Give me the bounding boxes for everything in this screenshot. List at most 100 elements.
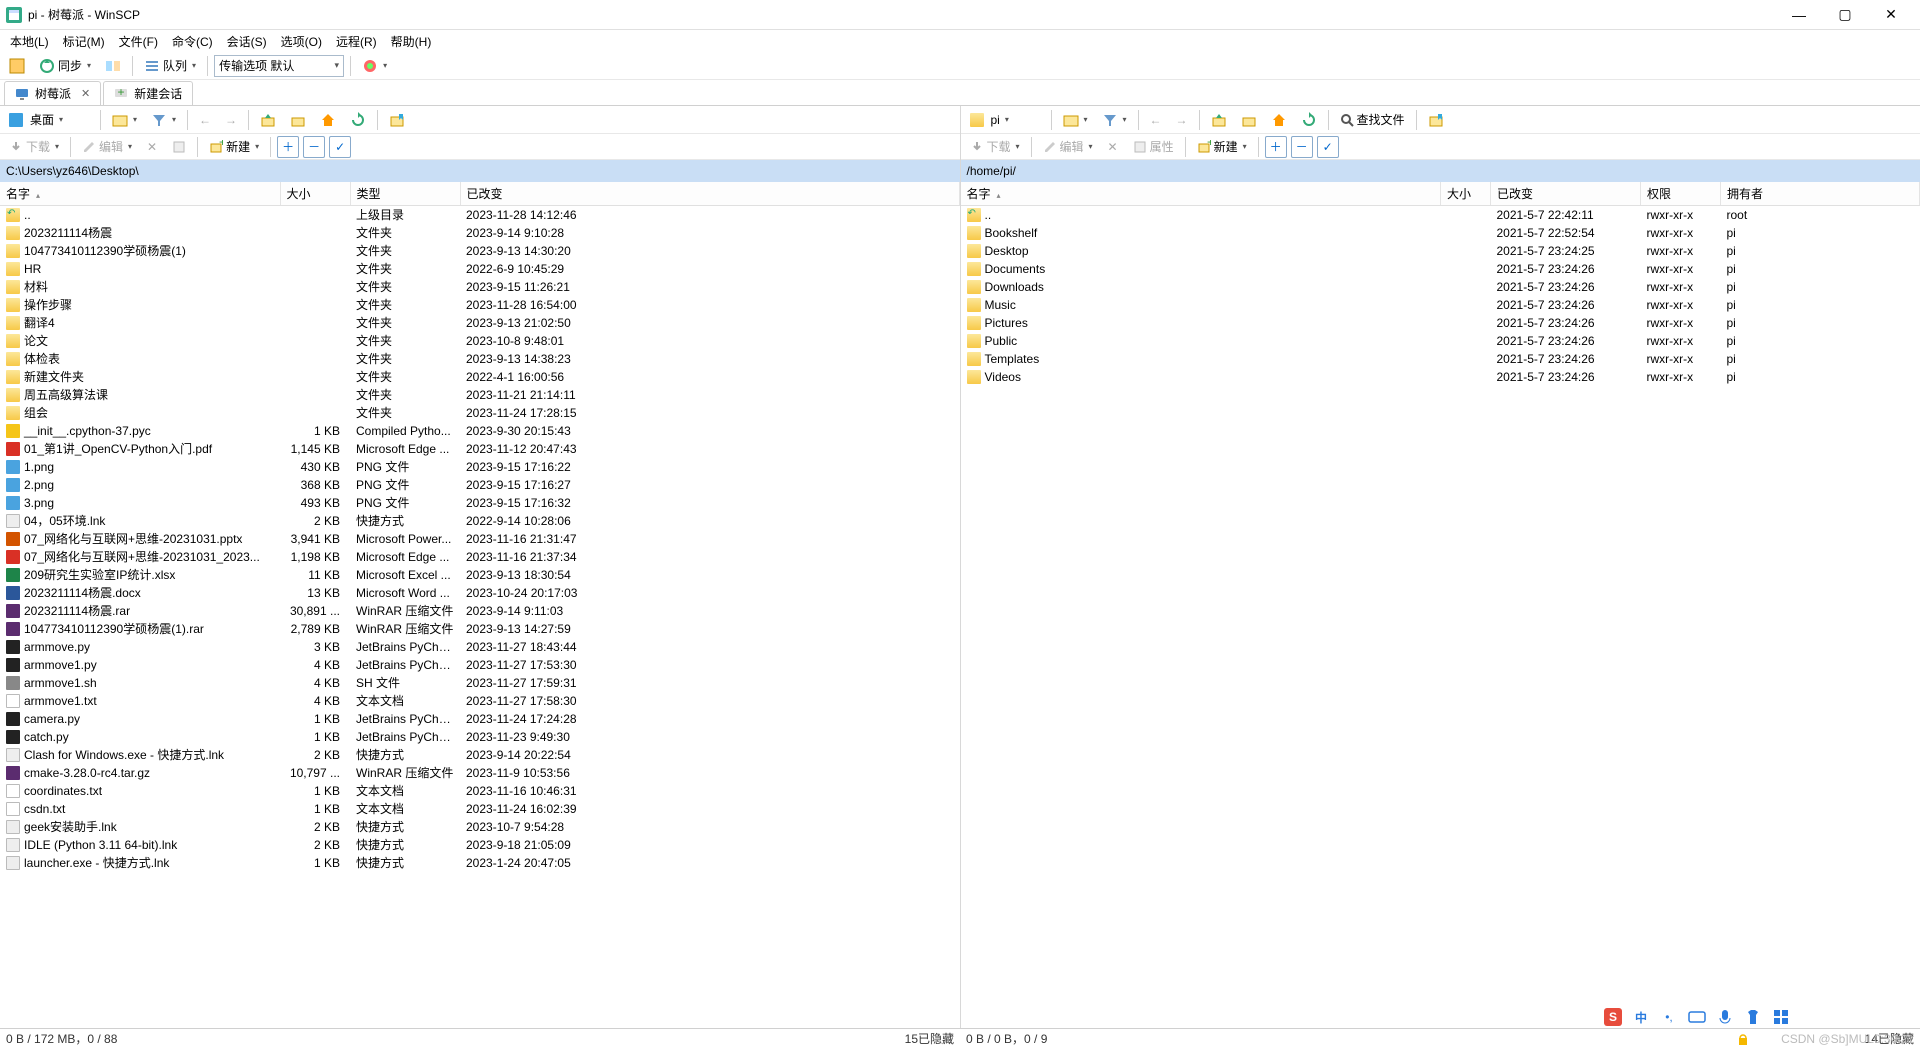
- table-row[interactable]: 操作步骤文件夹2023-11-28 16:54:00: [0, 296, 959, 314]
- remote-forward-icon[interactable]: →: [1171, 109, 1193, 131]
- table-row[interactable]: 07_网络化与互联网+思维-20231031_2023...1,198 KBMi…: [0, 548, 959, 566]
- table-row[interactable]: geek安装助手.lnk2 KB快捷方式2023-10-7 9:54:28: [0, 818, 959, 836]
- table-row[interactable]: 2023211114杨震文件夹2023-9-14 9:10:28: [0, 224, 959, 242]
- menu-item[interactable]: 选项(O): [275, 31, 328, 52]
- remote-up-icon[interactable]: [1206, 109, 1232, 131]
- table-row[interactable]: 07_网络化与互联网+思维-20231031.pptx3,941 KBMicro…: [0, 530, 959, 548]
- remote-drive-combo[interactable]: pi: [965, 109, 1045, 131]
- minimize-button[interactable]: ―: [1776, 0, 1822, 30]
- table-row[interactable]: 2023211114杨震.docx13 KBMicrosoft Word ...…: [0, 584, 959, 602]
- table-row[interactable]: 周五高级算法课文件夹2023-11-21 21:14:11: [0, 386, 959, 404]
- table-row[interactable]: 体检表文件夹2023-9-13 14:38:23: [0, 350, 959, 368]
- remote-delete-icon[interactable]: ✕: [1102, 136, 1124, 158]
- tab-new-session[interactable]: + 新建会话: [103, 81, 193, 105]
- local-filter-icon[interactable]: [146, 109, 181, 131]
- menu-item[interactable]: 命令(C): [166, 31, 219, 52]
- table-row[interactable]: 3.png493 KBPNG 文件2023-9-15 17:16:32: [0, 494, 959, 512]
- maximize-button[interactable]: ▢: [1822, 0, 1868, 30]
- queue-button[interactable]: 队列: [139, 55, 201, 77]
- table-row[interactable]: 翻译4文件夹2023-9-13 21:02:50: [0, 314, 959, 332]
- local-path[interactable]: C:\Users\yz646\Desktop\: [0, 160, 960, 182]
- menu-item[interactable]: 帮助(H): [385, 31, 438, 52]
- col-size[interactable]: 大小: [1441, 182, 1491, 206]
- table-row[interactable]: Pictures2021-5-7 23:24:26rwxr-xr-xpi: [961, 314, 1920, 332]
- local-refresh-icon[interactable]: [345, 109, 371, 131]
- table-row[interactable]: Downloads2021-5-7 23:24:26rwxr-xr-xpi: [961, 278, 1920, 296]
- local-home-icon[interactable]: [315, 109, 341, 131]
- table-row[interactable]: Bookshelf2021-5-7 22:52:54rwxr-xr-xpi: [961, 224, 1920, 242]
- local-open-dir-icon[interactable]: [107, 109, 142, 131]
- menu-item[interactable]: 标记(M): [57, 31, 111, 52]
- local-bookmark-icon[interactable]: [384, 109, 410, 131]
- table-row[interactable]: armmove.py3 KBJetBrains PyChar...2023-11…: [0, 638, 959, 656]
- remote-bookmark-icon[interactable]: [1423, 109, 1449, 131]
- table-row[interactable]: 04，05环境.lnk2 KB快捷方式2022-9-14 10:28:06: [0, 512, 959, 530]
- table-row[interactable]: 104773410112390学硕杨震(1).rar2,789 KBWinRAR…: [0, 620, 959, 638]
- col-name[interactable]: 名字▴: [0, 182, 280, 206]
- remote-new-button[interactable]: +新建: [1192, 136, 1252, 158]
- table-row[interactable]: 2.png368 KBPNG 文件2023-9-15 17:16:27: [0, 476, 959, 494]
- transfer-settings-combo[interactable]: 传输选项 默认: [214, 55, 344, 77]
- table-row[interactable]: ..上级目录2023-11-28 14:12:46: [0, 206, 959, 225]
- table-row[interactable]: 新建文件夹文件夹2022-4-1 16:00:56: [0, 368, 959, 386]
- menu-item[interactable]: 远程(R): [330, 31, 383, 52]
- table-row[interactable]: Documents2021-5-7 23:24:26rwxr-xr-xpi: [961, 260, 1920, 278]
- table-row[interactable]: launcher.exe - 快捷方式.lnk1 KB快捷方式2023-1-24…: [0, 854, 959, 872]
- table-row[interactable]: Videos2021-5-7 23:24:26rwxr-xr-xpi: [961, 368, 1920, 386]
- menu-item[interactable]: 本地(L): [4, 31, 55, 52]
- remote-root-icon[interactable]: [1236, 109, 1262, 131]
- table-row[interactable]: 论文文件夹2023-10-8 9:48:01: [0, 332, 959, 350]
- sync-button[interactable]: 同步: [34, 55, 96, 77]
- remote-back-icon[interactable]: ←: [1145, 109, 1167, 131]
- table-row[interactable]: cmake-3.28.0-rc4.tar.gz10,797 ...WinRAR …: [0, 764, 959, 782]
- local-new-button[interactable]: +新建: [204, 136, 264, 158]
- local-minus-icon[interactable]: －: [303, 136, 325, 158]
- col-size[interactable]: 大小: [280, 182, 350, 206]
- remote-minus-icon[interactable]: －: [1291, 136, 1313, 158]
- local-drive-combo[interactable]: 桌面: [4, 109, 94, 131]
- remote-path[interactable]: /home/pi/: [961, 160, 1920, 182]
- table-row[interactable]: 组会文件夹2023-11-24 17:28:15: [0, 404, 959, 422]
- local-plus-icon[interactable]: ＋: [277, 136, 299, 158]
- table-row[interactable]: 209研究生实验室IP统计.xlsx11 KBMicrosoft Excel .…: [0, 566, 959, 584]
- tab-close-icon[interactable]: ✕: [81, 87, 90, 100]
- local-file-list[interactable]: 名字▴ 大小 类型 已改变 ..上级目录2023-11-28 14:12:462…: [0, 182, 960, 1028]
- table-row[interactable]: 104773410112390学硕杨震(1)文件夹2023-9-13 14:30…: [0, 242, 959, 260]
- table-row[interactable]: ..2021-5-7 22:42:11rwxr-xr-xroot: [961, 206, 1920, 225]
- remote-open-dir-icon[interactable]: [1058, 109, 1093, 131]
- local-delete-icon[interactable]: ✕: [141, 136, 163, 158]
- local-back-icon[interactable]: ←: [194, 109, 216, 131]
- col-changed[interactable]: 已改变: [1491, 182, 1641, 206]
- col-type[interactable]: 类型: [350, 182, 460, 206]
- table-row[interactable]: csdn.txt1 KB文本文档2023-11-24 16:02:39: [0, 800, 959, 818]
- remote-filter-icon[interactable]: [1097, 109, 1132, 131]
- local-download-button[interactable]: 下载: [4, 136, 64, 158]
- col-owner[interactable]: 拥有者: [1721, 182, 1920, 206]
- remote-find-button[interactable]: 查找文件: [1335, 109, 1410, 131]
- table-row[interactable]: armmove1.py4 KBJetBrains PyChar...2023-1…: [0, 656, 959, 674]
- col-rights[interactable]: 权限: [1641, 182, 1721, 206]
- col-changed[interactable]: 已改变: [460, 182, 959, 206]
- local-root-icon[interactable]: [285, 109, 311, 131]
- remote-file-list[interactable]: 名字▴ 大小 已改变 权限 拥有者 ..2021-5-7 22:42:11rwx…: [961, 182, 1920, 1028]
- table-row[interactable]: Public2021-5-7 23:24:26rwxr-xr-xpi: [961, 332, 1920, 350]
- table-row[interactable]: 材料文件夹2023-9-15 11:26:21: [0, 278, 959, 296]
- menu-item[interactable]: 文件(F): [113, 31, 164, 52]
- table-row[interactable]: Desktop2021-5-7 23:24:25rwxr-xr-xpi: [961, 242, 1920, 260]
- local-properties-icon[interactable]: [167, 136, 191, 158]
- table-row[interactable]: Templates2021-5-7 23:24:26rwxr-xr-xpi: [961, 350, 1920, 368]
- remote-home-icon[interactable]: [1266, 109, 1292, 131]
- table-row[interactable]: IDLE (Python 3.11 64-bit).lnk2 KB快捷方式202…: [0, 836, 959, 854]
- table-row[interactable]: Music2021-5-7 23:24:26rwxr-xr-xpi: [961, 296, 1920, 314]
- table-row[interactable]: Clash for Windows.exe - 快捷方式.lnk2 KB快捷方式…: [0, 746, 959, 764]
- address-book-icon[interactable]: [4, 55, 30, 77]
- col-name[interactable]: 名字▴: [961, 182, 1441, 206]
- tab-session[interactable]: 树莓派 ✕: [4, 81, 101, 105]
- table-row[interactable]: 01_第1讲_OpenCV-Python入门.pdf1,145 KBMicros…: [0, 440, 959, 458]
- local-forward-icon[interactable]: →: [220, 109, 242, 131]
- remote-upload-button[interactable]: 下载: [965, 136, 1025, 158]
- table-row[interactable]: coordinates.txt1 KB文本文档2023-11-16 10:46:…: [0, 782, 959, 800]
- table-row[interactable]: camera.py1 KBJetBrains PyChar...2023-11-…: [0, 710, 959, 728]
- session-icon[interactable]: [357, 55, 392, 77]
- table-row[interactable]: 2023211114杨震.rar30,891 ...WinRAR 压缩文件202…: [0, 602, 959, 620]
